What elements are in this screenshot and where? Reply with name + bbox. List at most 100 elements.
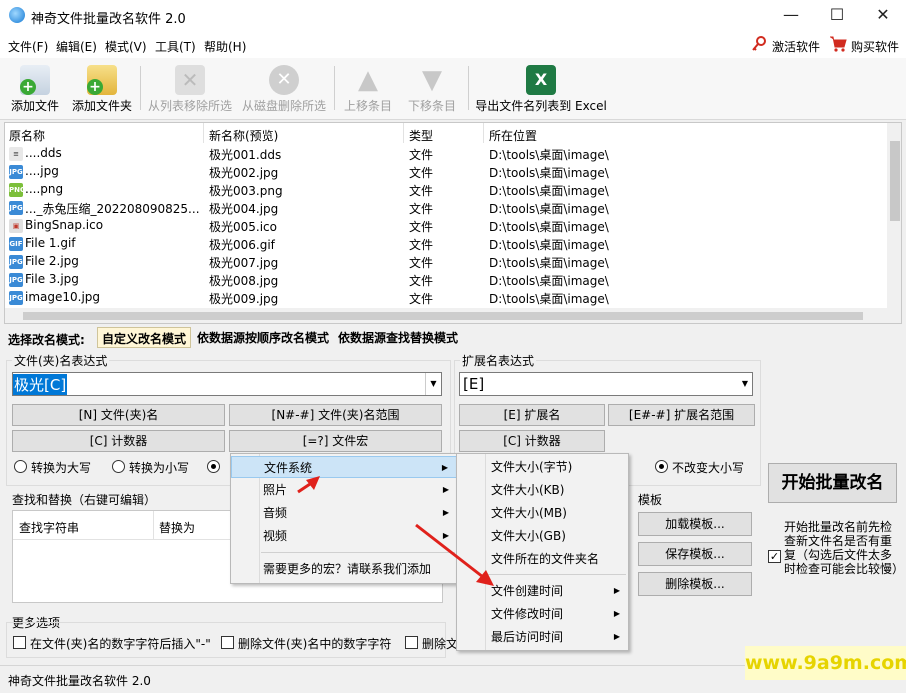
menu-item-label: 需要更多的宏？请联系我们添加 [263,562,432,576]
activate-link[interactable]: 激活软件 [772,38,820,55]
png-icon: PNG [9,183,26,197]
cell-new: 极光006.gif [209,238,275,252]
delete-digits-label: 删除文件(夹)名中的数字字符 [238,637,392,651]
cell-new: 极光008.jpg [209,274,279,288]
vertical-scrollbar[interactable] [887,123,901,308]
tab-custom-mode[interactable]: 自定义改名模式 [97,327,192,348]
insert-extension-range-button[interactable]: [E#-#] 扩展名范围 [608,404,755,426]
move-up-button[interactable]: ▲ 上移条目 [340,60,396,116]
extension-expression-combo[interactable]: [E] ▼ [459,372,753,396]
buy-link[interactable]: 购买软件 [851,38,899,55]
menu-item-label: 文件所在的文件夹名 [491,552,600,566]
table-row[interactable]: PNG ....png 极光003.png 文件 D:\tools\桌面\image\ [5,181,887,199]
menu-item-file-system[interactable]: 文件系统 ▶ [231,456,457,478]
table-row[interactable]: JPG ....jpg 极光002.jpg 文件 D:\tools\桌面\image\ [5,163,887,181]
remove-from-list-button[interactable]: ✕ 从列表移除所选 [146,60,234,116]
insert-counter-button[interactable]: [C] 计数器 [12,430,225,452]
column-new-name[interactable]: 新名称(预览) [209,127,278,144]
cell-type: 文件 [409,148,434,162]
cell-original: BingSnap.ico [25,218,104,232]
submenu-file-size-kb[interactable]: 文件大小(KB) [457,479,628,501]
insert-dash-checkbox[interactable] [13,636,26,649]
add-file-button[interactable]: + 添加文件 [8,60,62,116]
table-row[interactable]: ≡ ....dds 极光001.dds 文件 D:\tools\桌面\image\ [5,145,887,163]
cell-type: 文件 [409,184,434,198]
scroll-thumb[interactable] [23,312,863,320]
uppercase-radio[interactable] [14,460,27,473]
keep-case-radio[interactable] [207,460,220,473]
submenu-accessed-time[interactable]: 最后访问时间 ▶ [457,626,628,648]
delete-from-disk-button[interactable]: ✕ 从磁盘删除所选 [240,60,328,116]
tab-sequence-mode[interactable]: 依数据源按顺序改名模式 [193,327,333,348]
save-template-button[interactable]: 保存模板... [638,542,752,566]
extension-expression-value: [E] [463,375,485,393]
delete-option-checkbox[interactable] [405,636,418,649]
menu-item-audio[interactable]: 音频 ▶ [231,502,457,524]
chevron-right-icon: ▶ [613,632,620,641]
maximize-button[interactable]: ☐ [814,0,860,32]
delete-digits-checkbox[interactable] [221,636,234,649]
cell-location: D:\tools\桌面\image\ [489,238,609,252]
table-row[interactable]: ▣ BingSnap.ico 极光005.ico 文件 D:\tools\桌面\imag… [5,217,887,235]
check-duplicates-checkbox[interactable]: ✓ [768,550,781,563]
insert-name-button[interactable]: [N] 文件(夹)名 [12,404,225,426]
menu-edit[interactable]: 编辑(E) [56,38,97,55]
chevron-down-icon[interactable]: ▼ [425,373,441,395]
chevron-down-icon[interactable]: ▼ [742,373,748,395]
table-row[interactable]: JPG File 2.jpg 极光007.jpg 文件 D:\tools\桌面\imag… [5,253,887,271]
menu-separator [487,574,626,575]
submenu-file-size-bytes[interactable]: 文件大小(字节) [457,456,628,478]
export-excel-button[interactable]: X 导出文件名列表到 Excel [474,60,608,116]
menu-file[interactable]: 文件(F) [8,38,48,55]
ext-keep-case-radio[interactable] [655,460,668,473]
submenu-file-size-mb[interactable]: 文件大小(MB) [457,502,628,524]
column-location[interactable]: 所在位置 [489,127,537,144]
menu-item-photo[interactable]: 照片 ▶ [231,479,457,501]
submenu-folder-name[interactable]: 文件所在的文件夹名 [457,548,628,570]
submenu-file-size-gb[interactable]: 文件大小(GB) [457,525,628,547]
table-row[interactable]: JPG File 3.jpg 极光008.jpg 文件 D:\tools\桌面\imag… [5,271,887,289]
horizontal-scrollbar[interactable] [5,308,901,323]
column-original-name[interactable]: 原名称 [9,127,45,144]
cart-icon [829,35,847,53]
delete-icon: ✕ [269,65,299,95]
insert-macro-button[interactable]: [=?] 文件宏 [229,430,442,452]
cell-type: 文件 [409,166,434,180]
minimize-button[interactable]: — [768,0,814,32]
chevron-right-icon: ▶ [442,485,449,494]
insert-dash-label: 在文件(夹)名的数字字符后插入"-" [30,637,211,651]
move-down-button[interactable]: ▼ 下移条目 [404,60,460,116]
jpg-icon: JPG [9,273,23,287]
start-rename-button[interactable]: 开始批量改名 [768,463,897,503]
menu-item-video[interactable]: 视频 ▶ [231,525,457,547]
table-row[interactable]: JPG image10.jpg 极光009.jpg 文件 D:\tools\桌面\ima… [5,289,887,307]
menu-item-request-macro[interactable]: 需要更多的宏？请联系我们添加 [231,558,457,580]
cell-type: 文件 [409,292,434,306]
column-separator [153,511,154,539]
insert-ext-counter-button[interactable]: [C] 计数器 [459,430,605,452]
menu-help[interactable]: 帮助(H) [204,38,246,55]
menu-tools[interactable]: 工具(T) [155,38,196,55]
add-folder-button[interactable]: + 添加文件夹 [70,60,134,116]
tab-find-replace-mode[interactable]: 依数据源查找替换模式 [334,327,462,348]
menu-mode[interactable]: 模式(V) [105,38,147,55]
file-list[interactable]: 原名称 新名称(预览) 类型 所在位置 ≡ ....dds 极光001.dds 文件 D… [4,122,902,324]
insert-extension-button[interactable]: [E] 扩展名 [459,404,605,426]
delete-template-button[interactable]: 删除模板... [638,572,752,596]
submenu-created-time[interactable]: 文件创建时间 ▶ [457,580,628,602]
cell-new: 极光007.jpg [209,256,279,270]
insert-name-range-button[interactable]: [N#-#] 文件(夹)名范围 [229,404,442,426]
template-label: 模板 [638,493,663,507]
submenu-modified-time[interactable]: 文件修改时间 ▶ [457,603,628,625]
close-button[interactable]: ✕ [860,0,906,32]
table-row[interactable]: JPG ..._赤兔压缩_202208090825... 极光004.jpg 文件 D:… [5,199,887,217]
name-expression-combo[interactable]: 极光[C] ▼ [12,372,442,396]
scroll-thumb[interactable] [890,141,900,221]
lowercase-radio[interactable] [112,460,125,473]
column-type[interactable]: 类型 [409,127,433,144]
column-separator [203,123,204,143]
load-template-button[interactable]: 加载模板... [638,512,752,536]
arrow-down-icon: ▼ [422,65,442,95]
add-file-icon: + [20,65,50,95]
table-row[interactable]: GIF File 1.gif 极光006.gif 文件 D:\tools\桌面\imag… [5,235,887,253]
